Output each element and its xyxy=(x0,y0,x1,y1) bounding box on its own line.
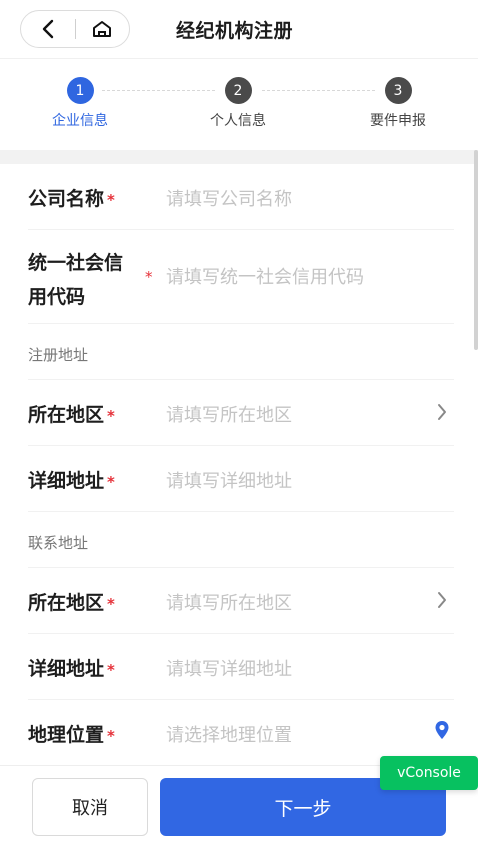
step-3: 3 要件申报 xyxy=(358,77,438,130)
required-mark: * xyxy=(107,190,115,209)
reg-detail-row[interactable]: 详细地址 * 请填写详细地址 xyxy=(28,446,454,512)
step-label: 个人信息 xyxy=(210,113,266,129)
company-name-row[interactable]: 公司名称 * 请填写公司名称 xyxy=(28,164,454,230)
section-title-contact-address: 联系地址 xyxy=(28,512,454,568)
step-label: 企业信息 xyxy=(52,113,108,129)
required-mark: * xyxy=(107,594,115,613)
nav-capsule xyxy=(20,10,130,48)
step-2: 2 个人信息 xyxy=(198,77,278,130)
credit-code-row[interactable]: 统一社会信用代码 * 请填写统一社会信用代码 xyxy=(28,230,454,324)
location-pin-icon[interactable] xyxy=(434,720,450,740)
step-indicator: 1 企业信息 2 个人信息 3 要件申报 xyxy=(0,58,478,150)
section-title-registered-address: 注册地址 xyxy=(28,324,454,380)
contact-region-row[interactable]: 所在地区 * 请填写所在地区 xyxy=(28,568,454,634)
reg-region-row[interactable]: 所在地区 * 请填写所在地区 xyxy=(28,380,454,446)
nav-header: 经纪机构注册 xyxy=(0,0,478,58)
step-label: 要件申报 xyxy=(370,113,426,129)
contact-region-picker[interactable]: 请填写所在地区 xyxy=(166,589,292,615)
back-arrow-icon xyxy=(42,19,53,39)
company-name-input[interactable]: 请填写公司名称 xyxy=(166,185,292,211)
required-mark: * xyxy=(107,660,115,679)
required-mark: * xyxy=(107,472,115,491)
cancel-button[interactable]: 取消 xyxy=(32,778,148,836)
contact-detail-row[interactable]: 详细地址 * 请填写详细地址 xyxy=(28,634,454,700)
home-icon xyxy=(93,21,112,37)
field-label: 所在地区 * xyxy=(28,592,115,614)
page-title: 经纪机构注册 xyxy=(176,20,294,42)
credit-code-input[interactable]: 请填写统一社会信用代码 xyxy=(166,263,364,289)
field-label: 公司名称 * xyxy=(28,188,115,210)
reg-detail-input[interactable]: 请填写详细地址 xyxy=(166,467,292,493)
reg-region-picker[interactable]: 请填写所在地区 xyxy=(166,401,292,427)
required-mark: * xyxy=(107,726,115,745)
field-label: 地理位置 * xyxy=(28,724,115,746)
step-1: 1 企业信息 xyxy=(40,77,120,130)
company-form: 公司名称 * 请填写公司名称 统一社会信用代码 * 请填写统一社会信用代码 注册地… xyxy=(0,164,478,766)
chevron-right-icon xyxy=(438,404,446,420)
field-label: 所在地区 * xyxy=(28,404,115,426)
back-button[interactable] xyxy=(21,10,75,48)
required-mark: * xyxy=(145,268,153,286)
field-label: 统一社会信用代码 xyxy=(28,252,124,308)
contact-detail-input[interactable]: 请填写详细地址 xyxy=(166,655,292,681)
step-number: 3 xyxy=(384,77,412,104)
geo-location-picker[interactable]: 请选择地理位置 xyxy=(166,721,292,747)
step-number: 1 xyxy=(66,77,94,104)
chevron-right-icon xyxy=(438,592,446,608)
vconsole-button[interactable]: vConsole xyxy=(380,756,478,790)
step-number: 2 xyxy=(224,77,252,104)
field-label: 详细地址 * xyxy=(28,470,115,492)
required-mark: * xyxy=(107,406,115,425)
section-gap xyxy=(0,150,478,164)
home-button[interactable] xyxy=(75,10,129,48)
scrollbar[interactable] xyxy=(474,150,478,350)
field-label: 详细地址 * xyxy=(28,658,115,680)
